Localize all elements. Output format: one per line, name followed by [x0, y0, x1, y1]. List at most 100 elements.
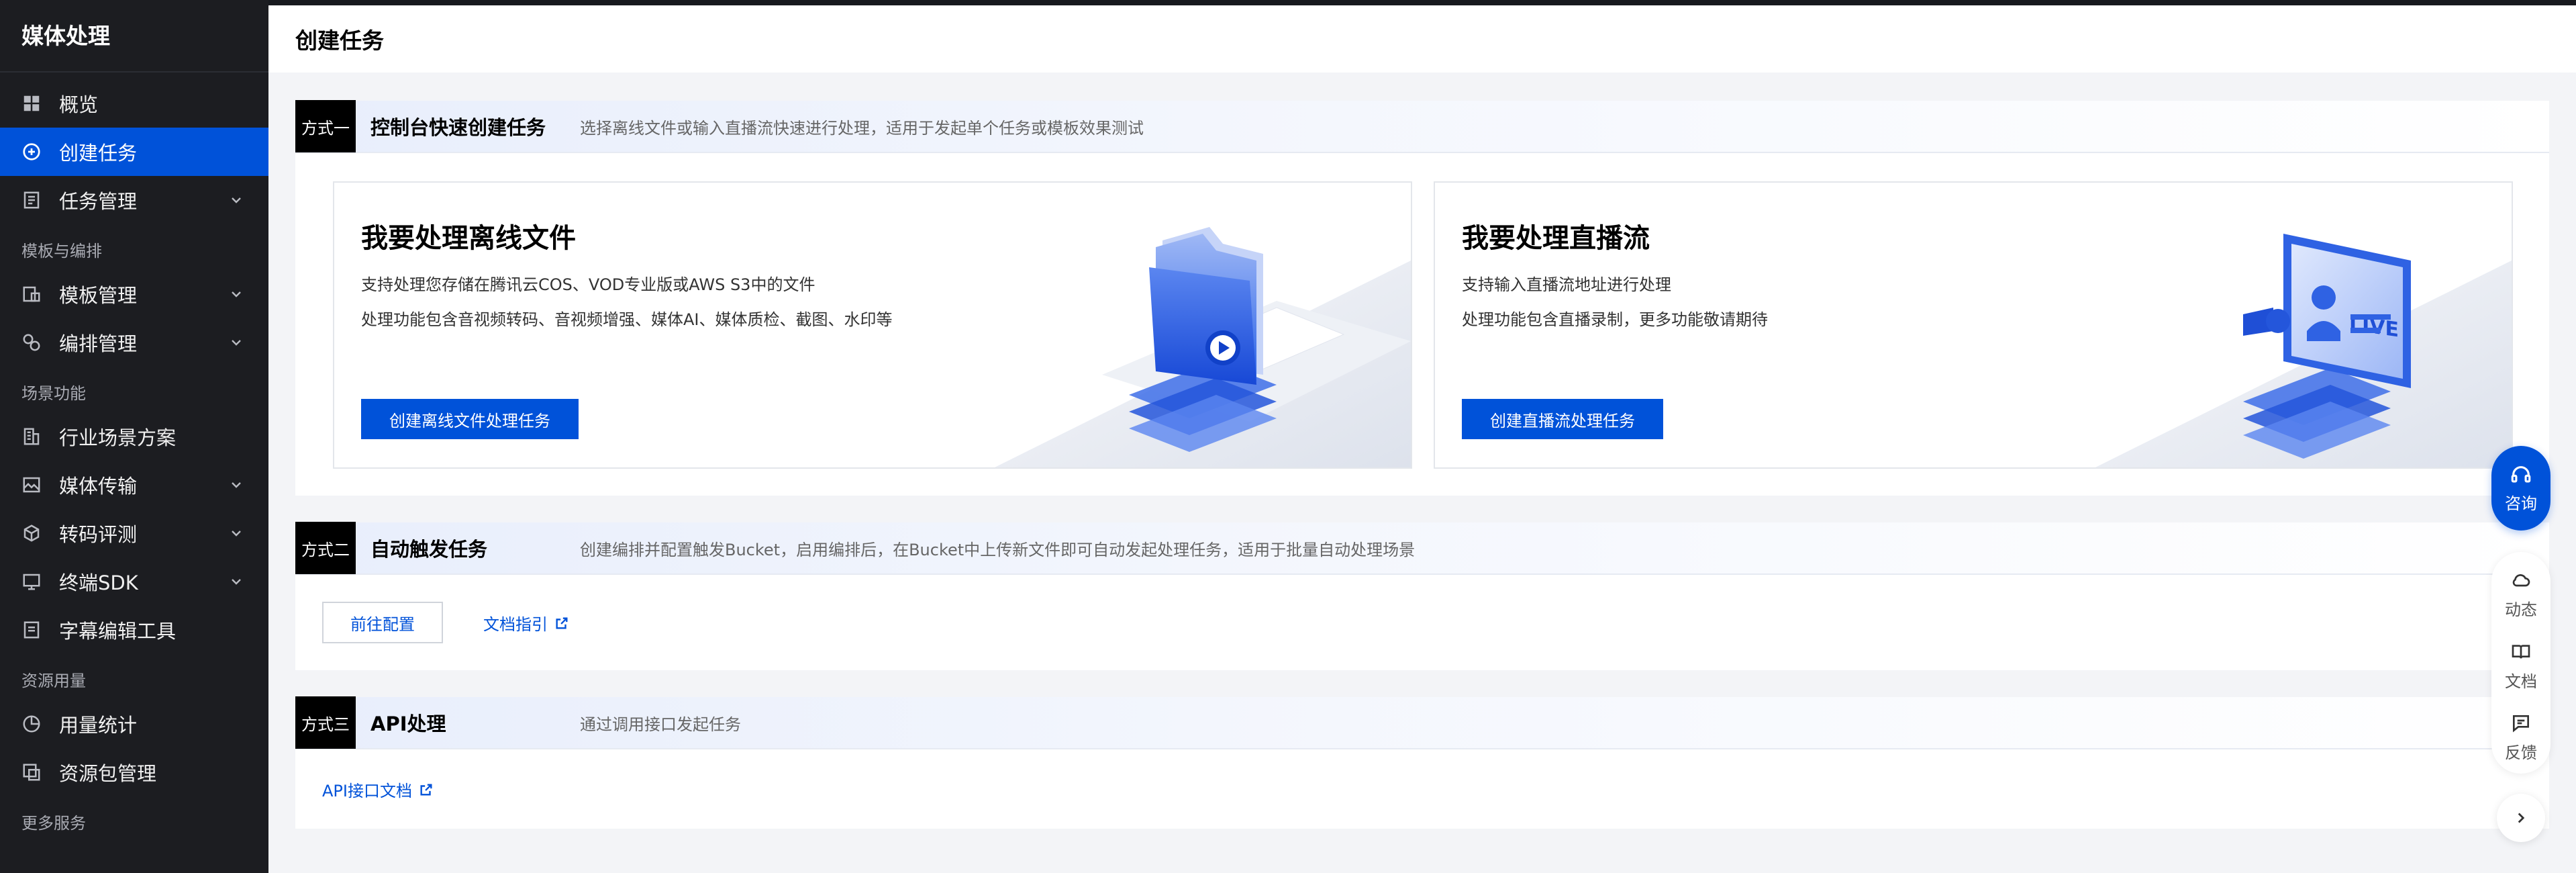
chevron-down-icon — [232, 340, 241, 346]
card-description: 支持处理您存储在腾讯云COS、VOD专业版或AWS S3中的文件 — [361, 275, 815, 294]
sidebar-item-transcode-evaluation[interactable]: 转码评测 — [0, 509, 268, 557]
section-description: 选择离线文件或输入直播流快速进行处理，适用于发起单个任务或模板效果测试 — [580, 118, 1144, 138]
message-icon — [2513, 715, 2529, 733]
section-tag: 方式二 — [295, 522, 356, 574]
sidebar-item-label: 编排管理 — [59, 332, 138, 355]
sidebar-item-task-management[interactable]: 任务管理 — [0, 176, 268, 224]
sidebar-item-media-transfer[interactable]: 媒体传输 — [0, 461, 268, 509]
offline-file-card: 我要处理离线文件 支持处理您存储在腾讯云COS、VOD专业版或AWS S3中的文… — [333, 181, 1412, 469]
chevron-down-icon — [232, 579, 241, 585]
collapse-toolbar-button[interactable] — [2497, 794, 2545, 842]
book-icon — [2512, 644, 2530, 659]
orchestration-icon — [21, 332, 42, 353]
monitor-icon — [21, 571, 42, 592]
sidebar-item-label: 转码评测 — [59, 523, 138, 546]
external-link-icon — [556, 616, 568, 629]
sidebar-group-label: 场景功能 — [21, 384, 86, 403]
live-illustration: LIVE — [2095, 234, 2512, 467]
sidebar-item-label: 资源包管理 — [59, 762, 157, 785]
sidebar-list: 概览 创建任务 任务管理 模板与编排 模板管理 编排管理 场景功能 行业场景方案… — [0, 73, 268, 842]
sidebar-item-usage-statistics[interactable]: 用量统计 — [0, 700, 268, 748]
section-auto-trigger: 方式二 自动触发任务 创建编排并配置触发Bucket，启用编排后，在Bucket… — [295, 522, 2549, 670]
cube-icon — [21, 523, 42, 543]
document-list-icon — [21, 190, 42, 210]
template-icon — [21, 284, 42, 304]
sidebar-group-label: 资源用量 — [21, 672, 86, 690]
section-title: 自动触发任务 — [370, 538, 488, 561]
tool-label: 反馈 — [2505, 743, 2537, 763]
sidebar: 媒体处理 概览 创建任务 任务管理 模板与编排 模板管理 编排管理 场景功能 行… — [0, 0, 268, 873]
sidebar-item-label: 行业场景方案 — [59, 426, 177, 449]
sidebar-group-label: 更多服务 — [21, 814, 86, 833]
sidebar-item-label: 创建任务 — [59, 142, 138, 165]
sidebar-item-create-task[interactable]: 创建任务 — [0, 128, 268, 176]
sidebar-item-label: 终端SDK — [59, 571, 138, 594]
feedback-button[interactable]: 反馈 — [2505, 702, 2537, 774]
sidebar-item-industry-solutions[interactable]: 行业场景方案 — [0, 412, 268, 461]
sidebar-item-orchestration-management[interactable]: 编排管理 — [0, 318, 268, 367]
card-description: 处理功能包含音视频转码、音视频增强、媒体AI、媒体质检、截图、水印等 — [361, 310, 893, 329]
sidebar-item-label: 媒体传输 — [59, 475, 138, 498]
top-strip — [0, 0, 2576, 5]
side-toolbar: 动态 文档 反馈 — [2491, 552, 2550, 774]
page-title: 创建任务 — [295, 28, 384, 54]
section-description: 通过调用接口发起任务 — [580, 715, 741, 734]
create-live-task-button[interactable]: 创建直播流处理任务 — [1462, 399, 1663, 439]
card-title: 我要处理离线文件 — [361, 223, 576, 254]
go-configure-button[interactable]: 前往配置 — [322, 602, 443, 643]
sidebar-group-label: 模板与编排 — [21, 242, 102, 261]
section-header: 方式二 自动触发任务 创建编排并配置触发Bucket，启用编排后，在Bucket… — [295, 522, 2549, 575]
folder-illustration — [995, 227, 1411, 467]
sidebar-item-label: 字幕编辑工具 — [59, 620, 177, 643]
chevron-down-icon — [232, 197, 241, 203]
grid-icon — [21, 93, 42, 113]
chevron-down-icon — [232, 531, 241, 537]
package-icon — [21, 762, 42, 782]
headset-icon — [2511, 465, 2531, 482]
section-console-create: 方式一 控制台快速创建任务 选择离线文件或输入直播流快速进行处理，适用于发起单个… — [295, 100, 2549, 496]
updates-button[interactable]: 动态 — [2505, 559, 2537, 631]
docs-button[interactable]: 文档 — [2505, 631, 2537, 702]
page-header: 创建任务 — [268, 5, 2576, 73]
section-title: API处理 — [370, 713, 446, 735]
pie-chart-icon — [21, 714, 42, 734]
sidebar-item-overview[interactable]: 概览 — [0, 79, 268, 128]
tool-label: 动态 — [2505, 600, 2537, 619]
plus-circle-icon — [21, 142, 42, 162]
tool-label: 文档 — [2505, 672, 2537, 691]
consult-button[interactable]: 咨询 — [2491, 446, 2550, 531]
external-link-icon — [420, 783, 432, 796]
sidebar-item-label: 用量统计 — [59, 714, 138, 737]
section-api: 方式三 API处理 通过调用接口发起任务 API接口文档 — [295, 696, 2549, 829]
chevron-down-icon — [232, 482, 241, 488]
sidebar-item-label: 概览 — [59, 93, 99, 116]
section-tag: 方式一 — [295, 100, 356, 152]
create-offline-task-button[interactable]: 创建离线文件处理任务 — [361, 399, 579, 439]
card-title: 我要处理直播流 — [1462, 223, 1650, 254]
sidebar-item-terminal-sdk[interactable]: 终端SDK — [0, 557, 268, 606]
building-icon — [21, 426, 42, 447]
card-description: 处理功能包含直播录制，更多功能敬请期待 — [1462, 310, 1768, 329]
sidebar-item-template-management[interactable]: 模板管理 — [0, 270, 268, 318]
section-title: 控制台快速创建任务 — [370, 116, 546, 139]
section-header: 方式三 API处理 通过调用接口发起任务 — [295, 696, 2549, 749]
section-tag: 方式三 — [295, 696, 356, 749]
sidebar-item-label: 任务管理 — [59, 190, 138, 213]
section-header: 方式一 控制台快速创建任务 选择离线文件或输入直播流快速进行处理，适用于发起单个… — [295, 100, 2549, 153]
consult-label: 咨询 — [2505, 494, 2537, 513]
image-icon — [21, 475, 42, 495]
link-label: 文档指引 — [483, 615, 548, 634]
chevron-down-icon — [232, 291, 241, 297]
cloud-icon — [2512, 573, 2530, 587]
section-description: 创建编排并配置触发Bucket，启用编排后，在Bucket中上传新文件即可自动发… — [580, 540, 1416, 559]
chevron-right-icon — [2518, 813, 2525, 823]
sidebar-item-resource-packages[interactable]: 资源包管理 — [0, 748, 268, 796]
doc-guide-link[interactable]: 文档指引 — [483, 611, 569, 635]
api-doc-link[interactable]: API接口文档 — [322, 778, 434, 801]
sidebar-item-subtitle-editor[interactable]: 字幕编辑工具 — [0, 606, 268, 654]
document-icon — [21, 620, 42, 640]
live-stream-card: 我要处理直播流 支持输入直播流地址进行处理 处理功能包含直播录制，更多功能敬请期… — [1434, 181, 2513, 469]
card-description: 支持输入直播流地址进行处理 — [1462, 275, 1671, 294]
sidebar-item-label: 模板管理 — [59, 284, 138, 307]
sidebar-title: 媒体处理 — [0, 0, 268, 73]
